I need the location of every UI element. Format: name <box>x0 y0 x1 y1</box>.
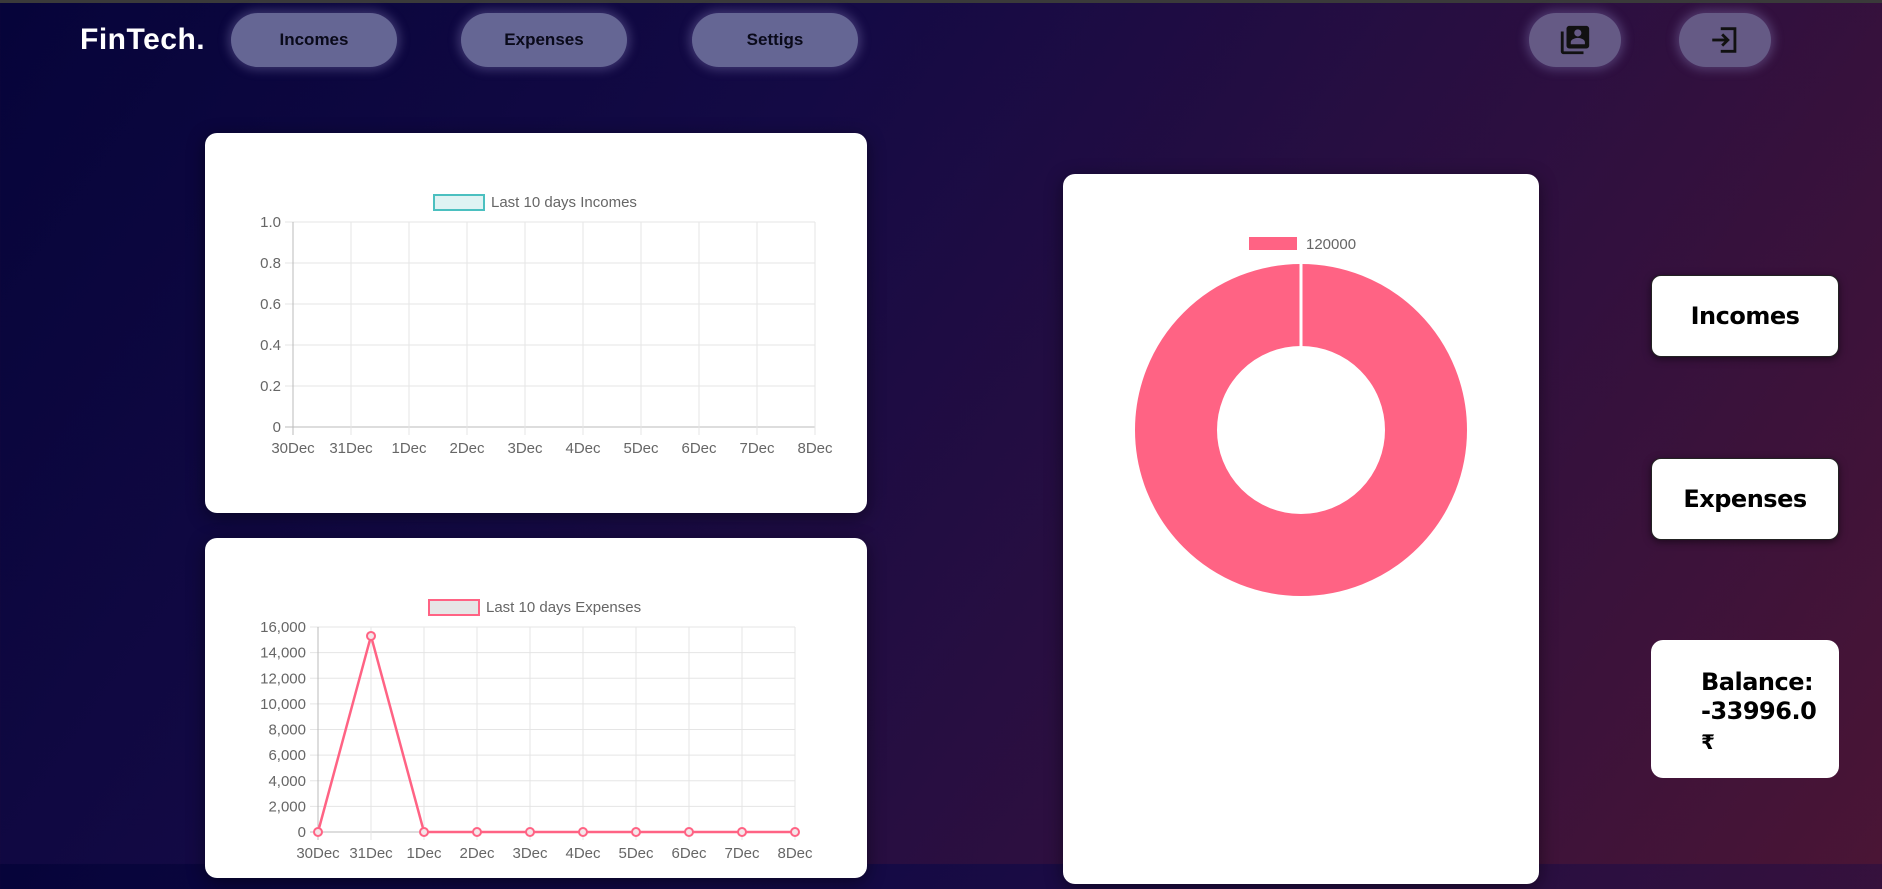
x-tick-label: 31Dec <box>349 845 393 862</box>
y-tick-label: 2,000 <box>268 798 306 815</box>
side-incomes-button[interactable]: Incomes <box>1651 275 1839 357</box>
income-line-chart: Last 10 days Incomes 0 0.2 0.4 0.6 0.8 1.0 30D… <box>260 194 833 457</box>
expense-line-chart: Last 10 days Expenses 0 2,000 4,000 6,000 8,… <box>260 599 813 862</box>
y-tick-label: 0 <box>298 824 306 841</box>
data-point <box>737 827 747 837</box>
income-chart-card: Last 10 days Incomes 0 0.2 0.4 0.6 0.8 1.0 30D… <box>205 133 867 513</box>
y-tick-label: 8,000 <box>268 722 306 739</box>
logout-button[interactable] <box>1679 13 1771 67</box>
donut-chart-card: 120000 <box>1063 174 1539 884</box>
data-point <box>525 827 535 837</box>
y-tick-label: 0 <box>273 419 281 436</box>
expense-legend-swatch <box>428 599 480 616</box>
balance-label: Balance: <box>1701 668 1814 696</box>
data-point <box>366 630 376 641</box>
side-expenses-button[interactable]: Expenses <box>1651 458 1839 540</box>
x-tick-label: 2Dec <box>459 845 495 862</box>
x-tick-label: 6Dec <box>681 440 717 457</box>
y-tick-label: 10,000 <box>260 696 306 713</box>
expense-legend-label: Last 10 days Expenses <box>486 599 641 616</box>
income-legend-label: Last 10 days Incomes <box>491 194 637 211</box>
x-tick-label: 4Dec <box>565 845 601 862</box>
x-tick-label: 4Dec <box>565 440 601 457</box>
y-tick-label: 0.6 <box>260 296 281 313</box>
series-line <box>316 631 795 834</box>
x-tick-label: 31Dec <box>329 440 373 457</box>
donut-legend-swatch <box>1249 237 1297 250</box>
brand-logo[interactable]: FinTech. <box>80 23 205 57</box>
balance-value: -33996.0 <box>1701 697 1817 725</box>
x-tick-label: 3Dec <box>507 440 543 457</box>
y-tick-label: 0.2 <box>260 378 281 395</box>
currency-symbol: ₹ <box>1701 730 1715 754</box>
x-tick-label: 8Dec <box>797 440 833 457</box>
profile-button[interactable] <box>1529 13 1621 67</box>
logout-icon <box>1712 27 1737 53</box>
x-tick-label: 1Dec <box>391 440 427 457</box>
y-tick-label: 12,000 <box>260 670 306 687</box>
data-point <box>313 827 323 837</box>
data-point <box>790 827 800 837</box>
y-tick-label: 16,000 <box>260 619 306 636</box>
data-point <box>631 827 641 837</box>
y-tick-label: 14,000 <box>260 645 306 662</box>
income-legend-swatch <box>433 194 485 211</box>
x-tick-label: 7Dec <box>724 845 760 862</box>
nav-incomes-button[interactable]: Incomes <box>231 13 397 67</box>
y-tick-label: 4,000 <box>268 773 306 790</box>
x-tick-label: 30Dec <box>271 440 315 457</box>
x-tick-label: 5Dec <box>618 845 654 862</box>
x-tick-label: 7Dec <box>739 440 775 457</box>
y-tick-label: 1.0 <box>260 214 281 231</box>
donut-chart: 120000 <box>1135 236 1467 596</box>
contacts-book-icon <box>1560 25 1590 55</box>
x-tick-label: 3Dec <box>512 845 548 862</box>
x-tick-label: 30Dec <box>296 845 340 862</box>
donut-legend-label: 120000 <box>1306 236 1356 253</box>
data-point <box>578 827 588 837</box>
x-tick-label: 6Dec <box>671 845 707 862</box>
y-tick-label: 6,000 <box>268 747 306 764</box>
x-tick-label: 2Dec <box>449 440 485 457</box>
nav-settings-button[interactable]: Settigs <box>692 13 858 67</box>
data-point <box>472 827 482 837</box>
y-tick-label: 0.4 <box>260 337 281 354</box>
x-tick-label: 5Dec <box>623 440 659 457</box>
x-tick-label: 8Dec <box>777 845 813 862</box>
y-tick-label: 0.8 <box>260 255 281 272</box>
balance-card: Balance: -33996.0 ₹ <box>1651 640 1839 778</box>
x-tick-label: 1Dec <box>406 845 442 862</box>
nav-expenses-button[interactable]: Expenses <box>461 13 627 67</box>
expense-chart-card: Last 10 days Expenses 0 2,000 4,000 6,000 8,… <box>205 538 867 878</box>
data-point <box>684 827 694 837</box>
data-point <box>419 827 429 837</box>
